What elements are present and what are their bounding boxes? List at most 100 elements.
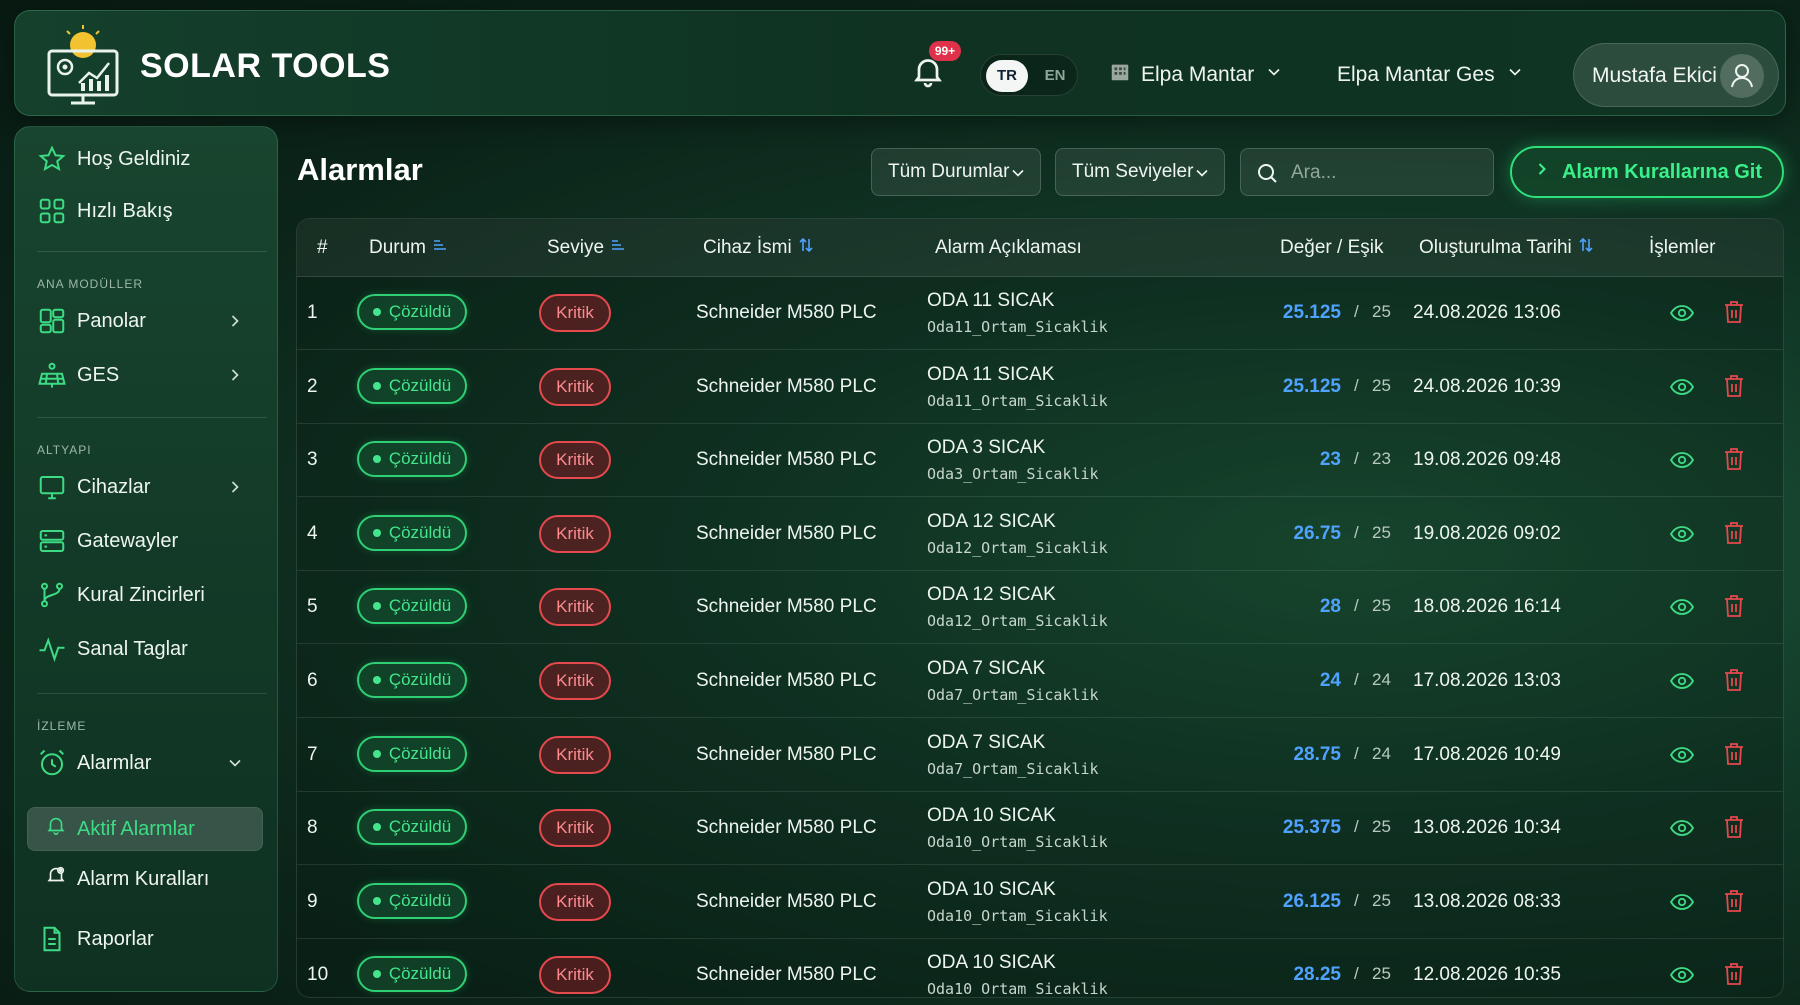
alarm-value: 28 [1319, 596, 1341, 618]
page-title: Alarmlar [297, 152, 423, 187]
language-toggle[interactable]: TR EN [980, 54, 1078, 96]
col-description: Alarm Açıklaması [935, 237, 1082, 258]
level-filter-select[interactable]: Tüm Seviyeler [1055, 148, 1225, 196]
view-eye-icon[interactable] [1669, 522, 1695, 546]
chevron-down-icon [1192, 163, 1212, 183]
sidebar-item-label: Alarmlar [77, 751, 152, 774]
plant-select[interactable]: Elpa Mantar Ges [1337, 57, 1525, 93]
row-number: 8 [307, 817, 318, 839]
company-select[interactable]: Elpa Mantar [1109, 57, 1284, 93]
sidebar-item-active-alarms[interactable]: Aktif Alarmlar [45, 807, 275, 851]
go-alarm-rules-button[interactable]: Alarm Kurallarına Git [1510, 146, 1784, 198]
delete-trash-icon[interactable] [1723, 593, 1745, 619]
status-badge-label: Çözüldü [388, 596, 452, 616]
status-filter-select[interactable]: Tüm Durumlar [871, 148, 1041, 196]
view-eye-icon[interactable] [1669, 448, 1695, 472]
sidebar-item-reports[interactable]: Raporlar [37, 917, 267, 961]
delete-trash-icon[interactable] [1723, 961, 1745, 987]
table-row[interactable]: 5 Çözüldü Kritik Schneider M580 PLC ODA 12 S… [297, 571, 1783, 645]
sidebar-item-ges[interactable]: GES [37, 353, 267, 397]
table-row[interactable]: 2 Çözüldü Kritik Schneider M580 PLC ODA 11 S… [297, 351, 1783, 424]
sidebar-item-label: Kural Zincirleri [77, 583, 205, 606]
sidebar-item-welcome[interactable]: Hoş Geldiniz [37, 137, 267, 181]
view-eye-icon[interactable] [1669, 669, 1695, 693]
view-eye-icon[interactable] [1669, 375, 1695, 399]
device-name: Schneider M580 PLC [696, 522, 877, 544]
table-row[interactable]: 7 Çözüldü Kritik Schneider M580 PLC ODA 7 SI… [297, 719, 1783, 792]
sidebar-item-devices[interactable]: Cihazlar [37, 465, 267, 509]
view-eye-icon[interactable] [1669, 301, 1695, 325]
alarm-threshold: 25 [1372, 817, 1391, 837]
status-dot-icon [372, 455, 381, 464]
table-row[interactable]: 10 Çözüldü Kritik Schneider M580 PLC ODA 10 … [297, 939, 1783, 997]
sidebar-item-panels[interactable]: Panolar [37, 299, 267, 343]
status-badge: Çözüldü [357, 367, 467, 404]
col-created[interactable]: Oluşturulma Tarihi [1419, 237, 1594, 259]
sidebar-item-rule-chains[interactable]: Kural Zincirleri [37, 573, 267, 617]
sidebar-divider [37, 417, 267, 418]
delete-trash-icon[interactable] [1723, 520, 1745, 546]
alarm-value: 26.125 [1282, 890, 1341, 912]
lang-en-option[interactable]: EN [1036, 60, 1074, 92]
value-separator: / [1354, 670, 1359, 689]
view-eye-icon[interactable] [1669, 595, 1695, 619]
col-status[interactable]: Durum [369, 237, 448, 259]
user-name: Mustafa Ekici [1592, 64, 1717, 87]
sidebar-item-label: Panolar [77, 309, 146, 332]
sidebar-item-gateways[interactable]: Gatewayler [37, 519, 267, 563]
status-badge: Çözüldü [357, 662, 467, 698]
alarm-threshold: 23 [1372, 449, 1391, 469]
alarm-threshold: 25 [1372, 375, 1391, 395]
table-row[interactable]: 4 Çözüldü Kritik Schneider M580 PLC ODA 12 S… [297, 498, 1783, 571]
delete-trash-icon[interactable] [1723, 446, 1745, 472]
status-badge: Çözüldü [357, 514, 467, 551]
view-eye-icon[interactable] [1669, 890, 1695, 914]
alarm-threshold: 24 [1372, 670, 1391, 689]
sidebar-item-label: Cihazlar [77, 475, 151, 498]
sidebar-item-alarms[interactable]: Alarmlar [37, 741, 267, 785]
user-menu[interactable]: Mustafa Ekici [1573, 43, 1779, 107]
status-badge-label: Çözüldü [388, 817, 452, 837]
table-row[interactable]: 8 Çözüldü Kritik Schneider M580 PLC ODA 10 S… [297, 792, 1783, 866]
status-badge: Çözüldü [357, 294, 467, 330]
table-row[interactable]: 6 Çözüldü Kritik Schneider M580 PLC ODA 7 SI… [297, 645, 1783, 718]
delete-trash-icon[interactable] [1723, 741, 1745, 767]
col-device[interactable]: Cihaz İsmi [703, 237, 814, 259]
delete-trash-icon[interactable] [1723, 667, 1745, 693]
status-filter-label: Tüm Durumlar [888, 161, 1010, 182]
device-name: Schneider M580 PLC [696, 964, 877, 986]
col-level[interactable]: Seviye [547, 237, 626, 259]
status-dot-icon [372, 308, 381, 316]
status-dot-icon [372, 602, 381, 611]
view-eye-icon[interactable] [1669, 743, 1695, 767]
lang-tr-option[interactable]: TR [986, 60, 1028, 92]
delete-trash-icon[interactable] [1723, 299, 1745, 325]
table-row[interactable]: 9 Çözüldü Kritik Schneider M580 PLC ODA 10 S… [297, 866, 1783, 939]
server-icon [37, 526, 67, 556]
level-badge: Kritik [539, 294, 611, 332]
chevron-right-icon [225, 477, 245, 497]
status-badge-label: Çözüldü [388, 302, 452, 321]
view-eye-icon[interactable] [1669, 963, 1695, 987]
table-row[interactable]: 1 Çözüldü Kritik Schneider M580 PLC ODA 11 S… [297, 277, 1783, 350]
col-level-label: Seviye [547, 237, 605, 258]
delete-trash-icon[interactable] [1723, 888, 1745, 914]
sidebar-item-alarm-rules[interactable]: Alarm Kuralları [45, 857, 275, 901]
status-badge: Çözüldü [357, 735, 467, 772]
solar-panel-icon [37, 360, 67, 390]
row-number: 6 [307, 670, 318, 691]
status-badge-label: Çözüldü [388, 964, 452, 984]
sidebar-item-quick-view[interactable]: Hızlı Bakış [37, 189, 267, 233]
sidebar-item-label: Raporlar [77, 927, 154, 950]
view-eye-icon[interactable] [1669, 816, 1695, 840]
sidebar-item-virtual-tags[interactable]: Sanal Taglar [37, 627, 267, 671]
alarm-threshold: 25 [1372, 302, 1391, 321]
row-number: 1 [307, 302, 318, 323]
status-badge-label: Çözüldü [388, 670, 452, 689]
delete-trash-icon[interactable] [1723, 373, 1745, 399]
status-dot-icon [372, 381, 381, 390]
delete-trash-icon[interactable] [1723, 814, 1745, 840]
table-row[interactable]: 3 Çözüldü Kritik Schneider M580 PLC ODA 3 SI… [297, 424, 1783, 498]
sidebar-section-monitor: İZLEME [37, 719, 87, 733]
search-input[interactable] [1291, 159, 1481, 187]
